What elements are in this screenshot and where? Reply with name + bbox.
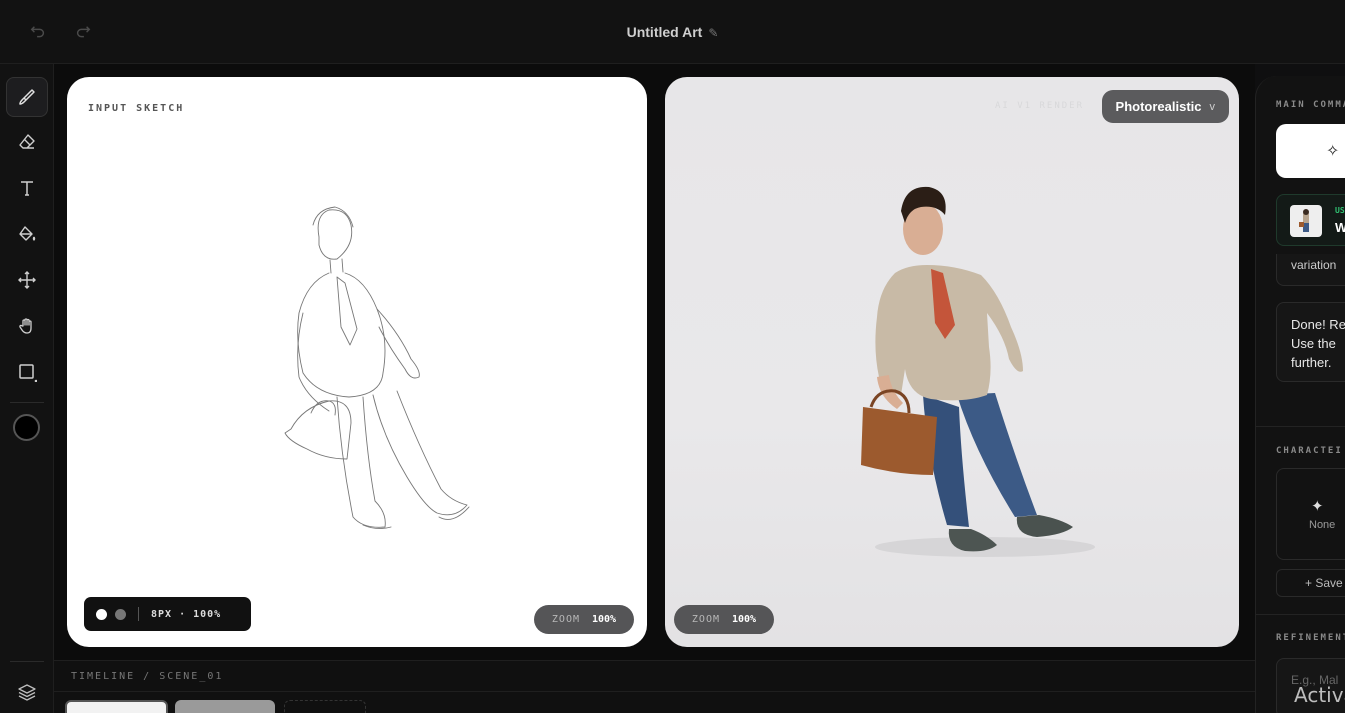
chat-line: Done! Re [1291,317,1345,332]
rectangle-tool[interactable] [6,352,48,392]
section-divider [1256,426,1345,427]
toolbar-divider [10,402,44,403]
move-icon [18,271,36,289]
color-swatch[interactable] [13,414,40,441]
text-tool[interactable] [6,168,48,208]
rectangle-icon [19,364,37,382]
brush-icon [19,89,35,105]
refinement-label: REFINEMENT [1276,633,1345,643]
reference-card[interactable]: US W [1276,194,1345,246]
document-title-text: Untitled Art [626,24,703,40]
reference-tag: US [1335,206,1345,215]
tool-sidebar [0,64,54,713]
timeline-divider [54,691,1255,692]
toolbar-divider [10,661,44,662]
eraser-icon [19,134,35,149]
render-canvas[interactable]: AI V1 RENDER Photorealistic v ZOOM 100% [665,77,1239,647]
sketch-drawing [284,206,470,530]
chat-message-previous: variation [1276,254,1345,286]
brush-info-bar: 8PX · 100% [84,597,251,631]
sparkle-icon: ✦ [1311,498,1324,515]
hand-icon [19,318,32,334]
timeline-frame[interactable] [65,700,168,713]
timeline-add-frame[interactable] [284,700,366,713]
main-command-label: MAIN COMMA [1276,100,1345,110]
character-slot[interactable]: ✦ None [1276,468,1345,560]
zoom-label: ZOOM [691,614,720,625]
reference-thumbnail [1290,205,1322,237]
timeline-label: TIMELINE / SCENE_01 [71,671,224,682]
activate-windows-watermark: Activa [1294,683,1345,707]
canvas-area: INPUT SKETCH 8PX · 100% ZOOM 100% AI V1 … [54,64,1255,660]
document-title[interactable]: Untitled Art ✎ [0,24,1345,40]
fill-tool[interactable] [6,214,48,254]
secondary-color-dot[interactable] [115,608,126,620]
chat-message: Done! Re Use the further. [1276,302,1345,382]
zoom-label: ZOOM [551,614,580,625]
layers-button[interactable] [6,672,48,712]
move-tool[interactable] [6,260,48,300]
render-zoom-control[interactable]: ZOOM 100% [674,605,774,634]
text-icon [21,181,33,196]
section-divider [1256,614,1345,615]
chat-line: Use the [1291,336,1336,351]
top-bar: Untitled Art ✎ [0,0,1345,64]
zoom-value: 100% [732,614,757,625]
sparkle-icon: ✧ [1326,143,1340,160]
chat-line: further. [1291,355,1332,370]
reference-name: W [1335,220,1345,235]
characters-label: CHARACTEI [1276,446,1343,456]
brush-tool[interactable] [6,77,48,117]
pencil-icon[interactable]: ✎ [708,26,718,40]
brush-size-opacity: 8PX · 100% [151,608,222,620]
sketch-canvas[interactable]: INPUT SKETCH 8PX · 100% ZOOM 100% [67,77,647,647]
hand-tool[interactable] [6,306,48,346]
character-none-label: None [1309,519,1336,531]
eraser-tool[interactable] [6,122,48,162]
zoom-value: 100% [592,614,617,625]
fill-bucket-icon [19,226,36,241]
layers-icon [18,684,36,701]
right-panel: MAIN COMMA ✧ US W variation Done! Re Use… [1255,76,1345,713]
rendered-photo [861,186,1095,557]
primary-color-dot[interactable] [96,608,107,620]
generate-button[interactable]: ✧ [1276,124,1345,178]
sketch-zoom-control[interactable]: ZOOM 100% [534,605,634,634]
brush-info-divider [138,607,139,621]
save-character-button[interactable]: + Save [1276,569,1345,597]
timeline-frame[interactable] [175,700,275,713]
timeline: TIMELINE / SCENE_01 [54,660,1255,713]
